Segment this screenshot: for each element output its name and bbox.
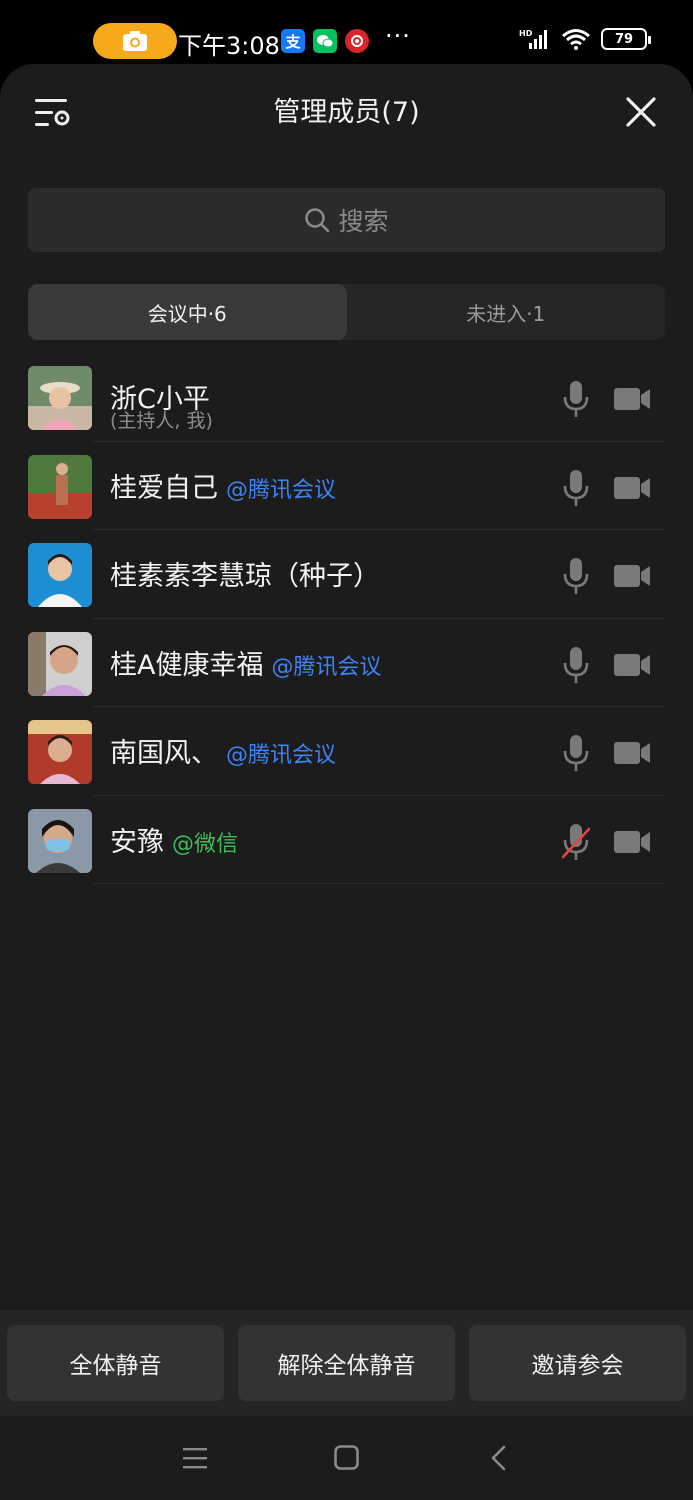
tab-not-joined[interactable]: 未进入·1 [347,284,666,340]
avatar [28,631,92,696]
mic-icon[interactable] [562,469,590,507]
camera-off-icon[interactable] [614,653,650,677]
search-placeholder: 搜索 [338,207,389,236]
member-source-tag: @微信 [172,831,239,857]
member-source-tag: @腾讯会议 [226,743,337,768]
tab-in-meeting[interactable]: 会议中·6 [28,284,347,340]
member-name: 桂A健康幸福 [110,649,264,681]
list-item[interactable]: 桂A健康幸福 @腾讯会议 [0,619,693,707]
member-source-tag: @腾讯会议 [226,477,337,503]
list-item[interactable]: 桂爱自己 @腾讯会议 [0,442,693,530]
list-item[interactable]: 安豫 @微信 [0,796,693,884]
status-time: 下午3:08 [178,32,280,60]
svg-text:HD: HD [519,29,533,38]
member-role: (主持人, 我) [110,410,213,432]
battery-level: 79 [614,31,634,47]
search-icon [305,208,330,233]
avatar [28,720,92,784]
back-icon[interactable] [490,1445,506,1471]
screen-record-indicator[interactable] [93,23,177,59]
mic-icon[interactable] [562,734,590,772]
battery-indicator: 79 [601,28,651,50]
member-name: 安豫 [110,826,164,858]
close-icon[interactable] [625,96,657,128]
invite-button[interactable]: 邀请参会 [469,1325,686,1401]
wifi-icon [562,29,590,50]
avatar [28,366,92,430]
list-item[interactable]: 桂素素李慧琼（种子） [0,530,693,619]
member-name: 桂素素李慧琼（种子） [110,561,380,592]
camera-off-icon[interactable] [614,741,650,765]
member-name: 南国风、 [110,738,218,769]
signal-icon: HD [519,29,547,49]
camera-off-icon[interactable] [614,387,650,411]
mute-all-button[interactable]: 全体静音 [7,1325,224,1401]
camera-off-icon[interactable] [614,830,650,854]
status-bar: 下午3:08 支 ··· HD 79 [0,0,693,64]
member-tabs: 会议中·6 未进入·1 [28,284,665,340]
search-input[interactable]: 搜索 [28,188,665,252]
mic-icon[interactable] [562,646,590,684]
recent-apps-icon[interactable] [182,1446,208,1470]
more-notifications-icon: ··· [385,22,411,50]
alipay-icon: 支 [281,29,305,53]
home-icon[interactable] [334,1445,359,1470]
camera-icon [123,31,147,51]
camera-off-icon[interactable] [614,476,650,500]
wechat-icon [313,29,337,53]
unmute-all-button[interactable]: 解除全体静音 [238,1325,455,1401]
page-title: 管理成员(7) [273,97,420,128]
manage-members-sheet: 管理成员(7) 搜索 会议中·6 未进入·1 浙C小平 (主持人, 我) 桂爱自… [0,64,693,1500]
member-name: 桂爱自己 [110,472,218,504]
mic-icon[interactable] [562,380,590,418]
list-item[interactable]: 浙C小平 (主持人, 我) [0,353,693,442]
mic-icon[interactable] [562,557,590,595]
red-app-icon [345,29,369,53]
camera-off-icon[interactable] [614,564,650,588]
member-list: 浙C小平 (主持人, 我) 桂爱自己 @腾讯会议 桂素素李慧琼（种子） 桂A健康… [0,353,693,884]
action-bar: 全体静音 解除全体静音 邀请参会 [0,1310,693,1416]
system-nav-bar [0,1416,693,1500]
mic-muted-icon[interactable] [562,823,590,861]
avatar [28,454,92,519]
avatar [28,808,92,873]
list-item[interactable]: 南国风、 @腾讯会议 [0,707,693,796]
avatar [28,543,92,607]
member-source-tag: @腾讯会议 [271,654,382,680]
